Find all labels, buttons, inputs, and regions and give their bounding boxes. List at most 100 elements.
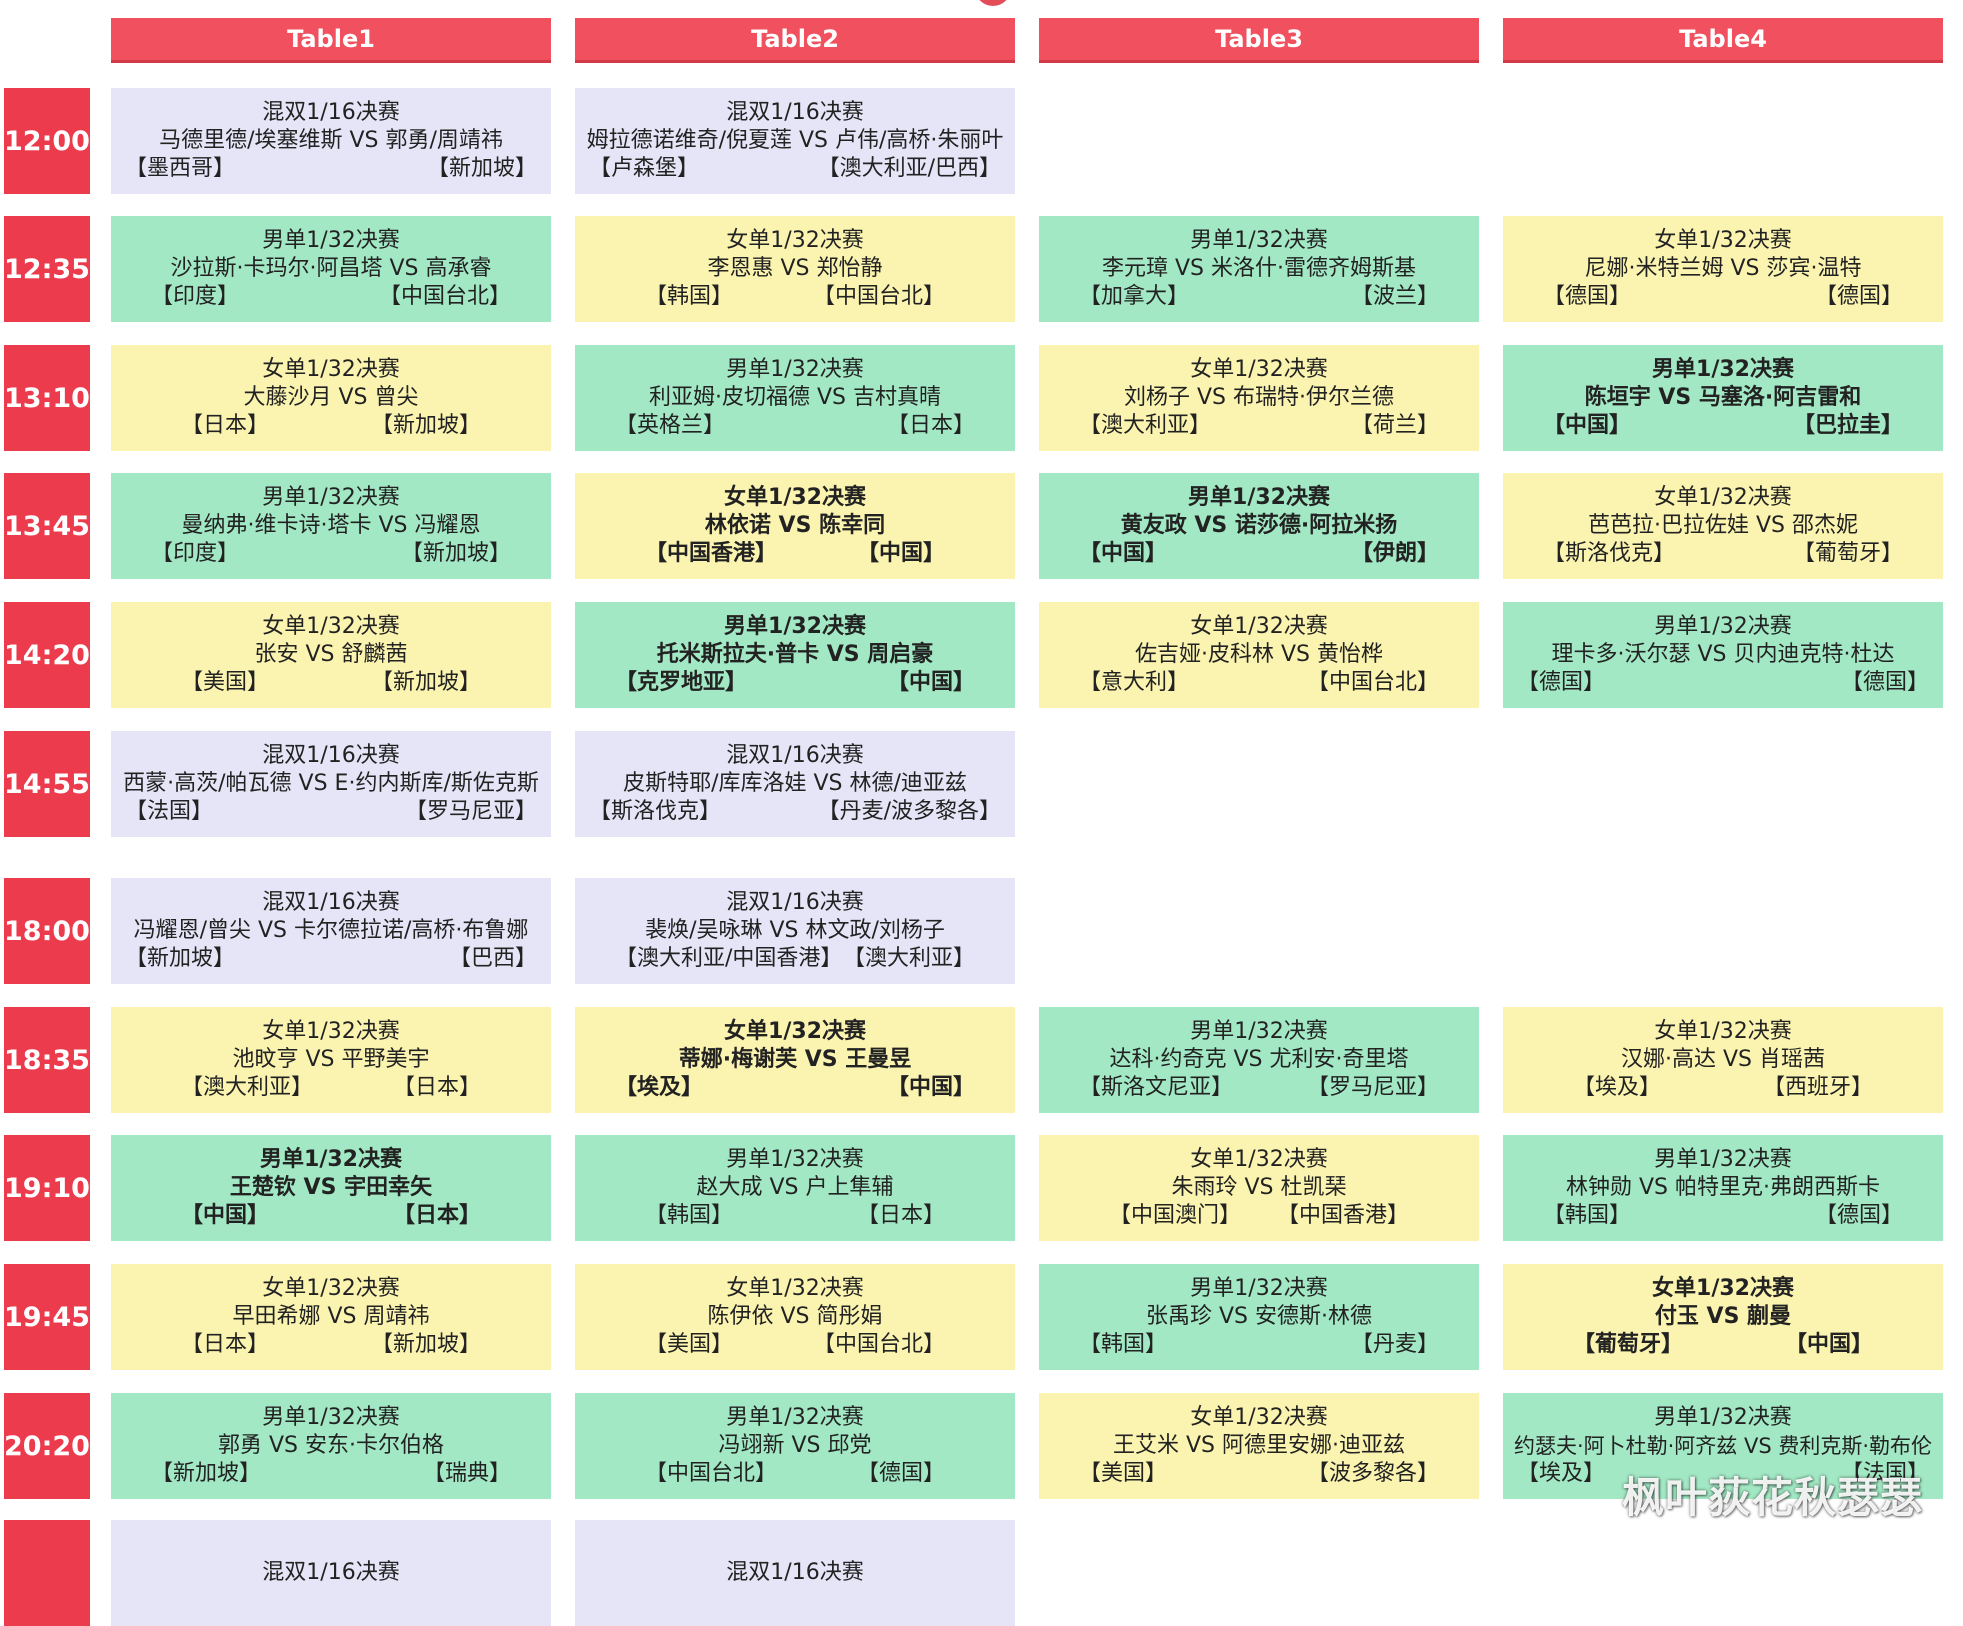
match-card[interactable]: 女单1/32决赛 佐吉娅·皮科林 VS 黄怡桦 【意大利】 【中国台北】 bbox=[1039, 602, 1479, 708]
match-card[interactable]: 女单1/32决赛 林依诺 VS 陈幸同 【中国香港】 【中国】 bbox=[575, 473, 1015, 579]
match-card[interactable]: 混双1/16决赛 皮斯特耶/库库洛娃 VS 林德/迪亚兹 【斯洛伐克】 【丹麦/波多黎… bbox=[575, 731, 1015, 837]
match-countries: 【卢森堡】 【澳大利亚/巴西】 bbox=[575, 155, 1015, 183]
country-right: 【丹麦】 bbox=[1350, 1332, 1439, 1357]
match-card[interactable]: 男单1/32决赛 曼纳弗·维卡诗·塔卡 VS 冯耀恩 【印度】 【新加坡】 bbox=[111, 473, 551, 579]
match-card[interactable]: 男单1/32决赛 达科·约奇克 VS 尤利安·奇里塔 【斯洛文尼亚】 【罗马尼亚】 bbox=[1039, 1007, 1479, 1113]
match-card[interactable]: 女单1/32决赛 芭芭拉·巴拉佐娃 VS 邵杰妮 【斯洛伐克】 【葡萄牙】 bbox=[1503, 473, 1943, 579]
match-card[interactable]: 混双1/16决赛 冯耀恩/曾尖 VS 卡尔德拉诺/高桥·布鲁娜 【新加坡】 【巴西】 bbox=[111, 878, 551, 984]
top-logo-fragment bbox=[975, 0, 1011, 6]
country-right: 【新加坡】 bbox=[400, 541, 511, 566]
time-slot: 19:45 bbox=[4, 1264, 90, 1370]
match-countries: 【中国】 【伊朗】 bbox=[1039, 540, 1479, 568]
match-players: 早田希娜 VS 周靖祎 bbox=[232, 1304, 430, 1329]
country-left: 【斯洛文尼亚】 bbox=[1079, 1075, 1234, 1100]
match-card[interactable]: 男单1/32决赛 张禹珍 VS 安德斯·林德 【韩国】 【丹麦】 bbox=[1039, 1264, 1479, 1370]
match-event: 女单1/32决赛 bbox=[1190, 1405, 1328, 1430]
country-left: 【中国】 bbox=[181, 1203, 270, 1228]
match-event: 女单1/32决赛 bbox=[1654, 1019, 1792, 1044]
country-left: 【印度】 bbox=[151, 284, 240, 309]
match-card[interactable]: 男单1/32决赛 托米斯拉夫·普卡 VS 周启豪 【克罗地亚】 【中国】 bbox=[575, 602, 1015, 708]
match-card[interactable]: 男单1/32决赛 李元璋 VS 米洛什·雷德齐姆斯基 【加拿大】 【波兰】 bbox=[1039, 216, 1479, 322]
match-countries: 【美国】 【中国台北】 bbox=[575, 1331, 1015, 1359]
match-card[interactable]: 女单1/32决赛 尼娜·米特兰姆 VS 莎宾·温特 【德国】 【德国】 bbox=[1503, 216, 1943, 322]
match-players: 林钟勋 VS 帕特里克·弗朗西斯卡 bbox=[1566, 1175, 1880, 1200]
match-card[interactable]: 混双1/16决赛 bbox=[575, 1520, 1015, 1626]
match-card[interactable]: 混双1/16决赛 bbox=[111, 1520, 551, 1626]
match-card[interactable]: 女单1/32决赛 朱雨玲 VS 杜凯琹 【中国澳门】 【中国香港】 bbox=[1039, 1135, 1479, 1241]
country-left: 【卢森堡】 bbox=[589, 156, 700, 181]
match-players: 李恩惠 VS 郑怡静 bbox=[707, 256, 883, 281]
time-slot: 14:20 bbox=[4, 602, 90, 708]
country-right: 【中国台北】 bbox=[378, 284, 511, 309]
match-card[interactable]: 男单1/32决赛 利亚姆·皮切福德 VS 吉村真晴 【英格兰】 【日本】 bbox=[575, 345, 1015, 451]
match-card[interactable]: 女单1/32决赛 刘杨子 VS 布瑞特·伊尔兰德 【澳大利亚】 【荷兰】 bbox=[1039, 345, 1479, 451]
country-left: 【中国】 bbox=[1543, 413, 1632, 438]
match-countries: 【葡萄牙】 【中国】 bbox=[1503, 1331, 1943, 1359]
match-card[interactable]: 女单1/32决赛 大藤沙月 VS 曾尖 【日本】 【新加坡】 bbox=[111, 345, 551, 451]
match-countries: 【法国】 【罗马尼亚】 bbox=[111, 798, 551, 826]
match-countries: 【澳大利亚/中国香港】 【澳大利亚】 bbox=[575, 945, 1015, 973]
watermark-text: 枫叶荻花秋瑟瑟 bbox=[1622, 1473, 1924, 1522]
match-countries: 【中国】 【日本】 bbox=[111, 1202, 551, 1230]
match-event: 女单1/32决赛 bbox=[262, 1019, 400, 1044]
country-left: 【德国】 bbox=[1517, 670, 1606, 695]
match-card[interactable]: 男单1/32决赛 赵大成 VS 户上隼辅 【韩国】 【日本】 bbox=[575, 1135, 1015, 1241]
match-event: 女单1/32决赛 bbox=[262, 1276, 400, 1301]
country-right: 【德国】 bbox=[1814, 284, 1903, 309]
match-card[interactable]: 混双1/16决赛 西蒙·高茨/帕瓦德 VS E·约内斯库/斯佐克斯 【法国】 【罗马尼… bbox=[111, 731, 551, 837]
country-left: 【美国】 bbox=[1079, 1461, 1168, 1486]
match-countries: 【斯洛伐克】 【葡萄牙】 bbox=[1503, 540, 1943, 568]
match-players: 黄友政 VS 诺莎德·阿拉米扬 bbox=[1120, 513, 1398, 538]
country-right: 【中国香港】 bbox=[1276, 1203, 1409, 1228]
match-card[interactable]: 男单1/32决赛 黄友政 VS 诺莎德·阿拉米扬 【中国】 【伊朗】 bbox=[1039, 473, 1479, 579]
time-slot: 20:20 bbox=[4, 1393, 90, 1499]
match-event: 男单1/32决赛 bbox=[262, 228, 400, 253]
match-event: 女单1/32决赛 bbox=[1190, 1147, 1328, 1172]
match-card[interactable]: 女单1/32决赛早田希娜 VS 周靖祎 【日本】 【新加坡】 bbox=[111, 1264, 551, 1370]
match-card[interactable]: 混双1/16决赛 裴焕/吴咏琳 VS 林文政/刘杨子 【澳大利亚/中国香港】 【澳大利… bbox=[575, 878, 1015, 984]
country-left: 【澳大利亚/中国香港】 bbox=[615, 946, 843, 971]
match-card[interactable]: 男单1/32决赛 陈垣宇 VS 马塞洛·阿吉雷和 【中国】 【巴拉圭】 bbox=[1503, 345, 1943, 451]
match-event: 女单1/32决赛 bbox=[724, 1019, 866, 1044]
match-players: 达科·约奇克 VS 尤利安·奇里塔 bbox=[1109, 1047, 1409, 1072]
match-event: 混双1/16决赛 bbox=[726, 890, 864, 915]
match-card[interactable]: 男单1/32决赛 冯翊新 VS 邱党 【中国台北】 【德国】 bbox=[575, 1393, 1015, 1499]
match-card[interactable]: 女单1/32决赛 付玉 VS 蒯曼 【葡萄牙】 【中国】 bbox=[1503, 1264, 1943, 1370]
match-players: 尼娜·米特兰姆 VS 莎宾·温特 bbox=[1584, 256, 1862, 281]
match-card[interactable]: 女单1/32决赛 蒂娜·梅谢芙 VS 王曼昱 【埃及】 【中国】 bbox=[575, 1007, 1015, 1113]
match-card[interactable]: 混双1/16决赛 姆拉德诺维奇/倪夏莲 VS 卢伟/高桥·朱丽叶 【卢森堡】 【澳大利… bbox=[575, 88, 1015, 194]
match-event: 女单1/32决赛 bbox=[724, 485, 866, 510]
country-right: 【西班牙】 bbox=[1762, 1075, 1873, 1100]
country-right: 【德国】 bbox=[1840, 670, 1929, 695]
match-event: 男单1/32决赛 bbox=[262, 485, 400, 510]
country-right: 【波兰】 bbox=[1350, 284, 1439, 309]
match-countries: 【美国】 【波多黎各】 bbox=[1039, 1460, 1479, 1488]
match-card[interactable]: 女单1/32决赛 池旼亨 VS 平野美宇 【澳大利亚】 【日本】 bbox=[111, 1007, 551, 1113]
match-card[interactable]: 女单1/32决赛 王艾米 VS 阿德里安娜·迪亚兹 【美国】 【波多黎各】 bbox=[1039, 1393, 1479, 1499]
match-event: 女单1/32决赛 bbox=[726, 228, 864, 253]
country-right: 【伊朗】 bbox=[1350, 541, 1439, 566]
match-event: 女单1/32决赛 bbox=[1654, 228, 1792, 253]
match-card[interactable]: 男单1/32决赛 林钟勋 VS 帕特里克·弗朗西斯卡 【韩国】 【德国】 bbox=[1503, 1135, 1943, 1241]
match-event: 混双1/16决赛 bbox=[262, 100, 400, 125]
match-card[interactable]: 男单1/32决赛 理卡多·沃尔瑟 VS 贝内迪克特·杜达 【德国】 【德国】 bbox=[1503, 602, 1943, 708]
match-card[interactable]: 女单1/32决赛 张安 VS 舒麟茜 【美国】 【新加坡】 bbox=[111, 602, 551, 708]
country-left: 【韩国】 bbox=[645, 284, 734, 309]
match-card[interactable]: 女单1/32决赛 陈伊依 VS 简彤娟 【美国】 【中国台北】 bbox=[575, 1264, 1015, 1370]
country-right: 【瑞典】 bbox=[422, 1461, 511, 1486]
country-right: 【中国】 bbox=[1784, 1332, 1873, 1357]
match-players: 姆拉德诺维奇/倪夏莲 VS 卢伟/高桥·朱丽叶 bbox=[586, 128, 1004, 153]
match-card[interactable]: 男单1/32决赛 王楚钦 VS 宇田幸矢 【中国】 【日本】 bbox=[111, 1135, 551, 1241]
match-card[interactable]: 混双1/16决赛 马德里德/埃塞维斯 VS 郭勇/周靖祎 【墨西哥】 【新加坡】 bbox=[111, 88, 551, 194]
match-countries: 【日本】 【新加坡】 bbox=[111, 1331, 551, 1359]
match-card[interactable]: 女单1/32决赛 李恩惠 VS 郑怡静 【韩国】 【中国台北】 bbox=[575, 216, 1015, 322]
match-countries: 【新加坡】 【瑞典】 bbox=[111, 1460, 551, 1488]
match-players: 冯翊新 VS 邱党 bbox=[718, 1433, 872, 1458]
match-event: 男单1/32决赛 bbox=[262, 1405, 400, 1430]
match-card[interactable]: 女单1/32决赛 汉娜·高达 VS 肖瑶茜 【埃及】 【西班牙】 bbox=[1503, 1007, 1943, 1113]
match-card[interactable]: 男单1/32决赛 郭勇 VS 安东·卡尔伯格 【新加坡】 【瑞典】 bbox=[111, 1393, 551, 1499]
match-card[interactable]: 男单1/32决赛 沙拉斯·卡玛尔·阿昌塔 VS 高承睿 【印度】 【中国台北】 bbox=[111, 216, 551, 322]
country-left: 【新加坡】 bbox=[125, 946, 236, 971]
country-left: 【中国香港】 bbox=[645, 541, 778, 566]
country-left: 【意大利】 bbox=[1079, 670, 1190, 695]
